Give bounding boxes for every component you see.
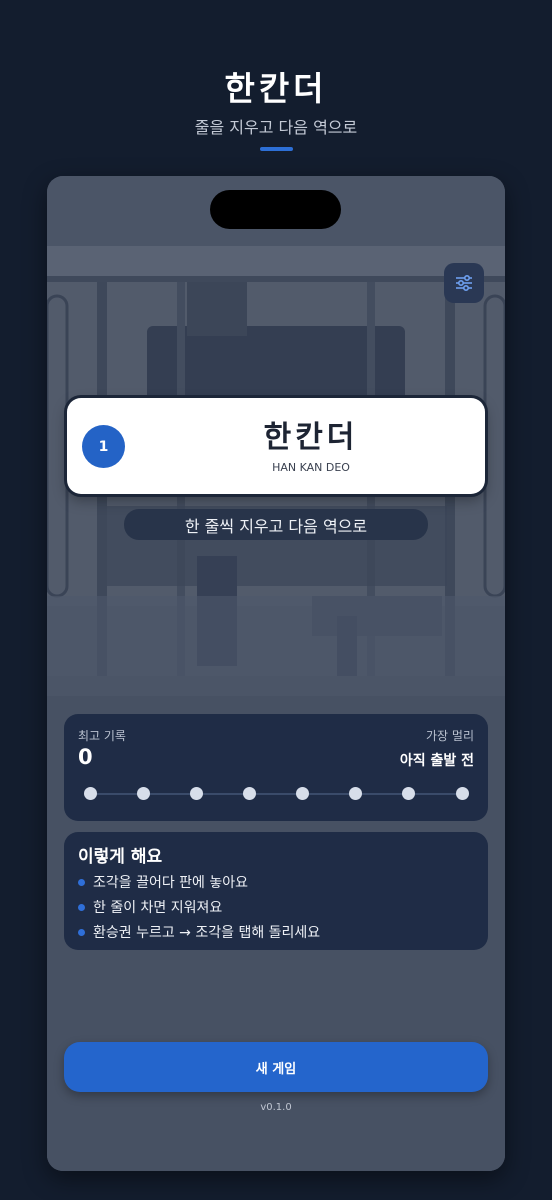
how-to-title: 이렇게 해요	[78, 847, 163, 867]
farthest-label: 가장 멀리	[426, 729, 474, 743]
new-game-button[interactable]: 새 게임	[64, 1042, 488, 1092]
how-to-item: 환승권 누르고 → 조각을 탭해 돌리세요	[78, 922, 320, 942]
camera-notch	[210, 190, 341, 229]
app-subtitle: 줄을 지우고 다음 역으로	[194, 118, 358, 137]
how-to-item: 한 줄이 차면 지워져요	[78, 897, 222, 917]
farthest-value: 아직 출발 전	[399, 753, 474, 769]
tagline-pill: 한 줄씩 지우고 다음 역으로	[124, 509, 428, 540]
app-title: 한칸더	[224, 69, 328, 108]
station-name: 한칸더	[263, 420, 359, 455]
best-record-value: 0	[78, 745, 93, 769]
settings-button[interactable]	[444, 263, 484, 303]
bullet-icon	[78, 878, 85, 886]
how-to-item-text: 조각을 끌어다 판에 놓아요	[93, 875, 249, 891]
station-dot	[349, 787, 363, 800]
station-dot	[242, 787, 256, 800]
how-to-item: 조각을 끌어다 판에 놓아요	[78, 872, 248, 892]
station-romanized-name: HAN KAN DEO	[272, 461, 350, 474]
station-dot	[455, 787, 469, 800]
how-to-card: 이렇게 해요 조각을 끌어다 판에 놓아요 한 줄이 차면 지워져요 환승권 누…	[64, 832, 488, 950]
record-card: 최고 기록 0 가장 멀리 아직 출발 전	[64, 714, 488, 821]
subway-interior-background	[47, 176, 505, 1171]
app-header: 한칸더 줄을 지우고 다음 역으로	[0, 0, 552, 170]
title-underline	[260, 147, 293, 151]
phone-screen: 1 한칸더 HAN KAN DEO 한 줄씩 지우고 다음 역으로 최고 기록 …	[47, 176, 505, 1171]
bullet-icon	[78, 903, 85, 911]
station-dot	[402, 787, 416, 800]
best-record-label: 최고 기록	[78, 729, 126, 743]
how-to-item-text: 한 줄이 차면 지워져요	[93, 900, 223, 916]
how-to-item-text: 환승권 누르고 → 조각을 탭해 돌리세요	[93, 925, 321, 941]
sliders-icon	[456, 274, 472, 292]
station-dot	[136, 787, 150, 800]
station-sign: 1 한칸더 HAN KAN DEO	[67, 398, 485, 494]
station-dot	[189, 787, 203, 800]
station-dot	[296, 787, 310, 800]
version-label: v0.1.0	[260, 1102, 292, 1113]
bullet-icon	[78, 928, 85, 936]
station-dot	[83, 787, 97, 800]
